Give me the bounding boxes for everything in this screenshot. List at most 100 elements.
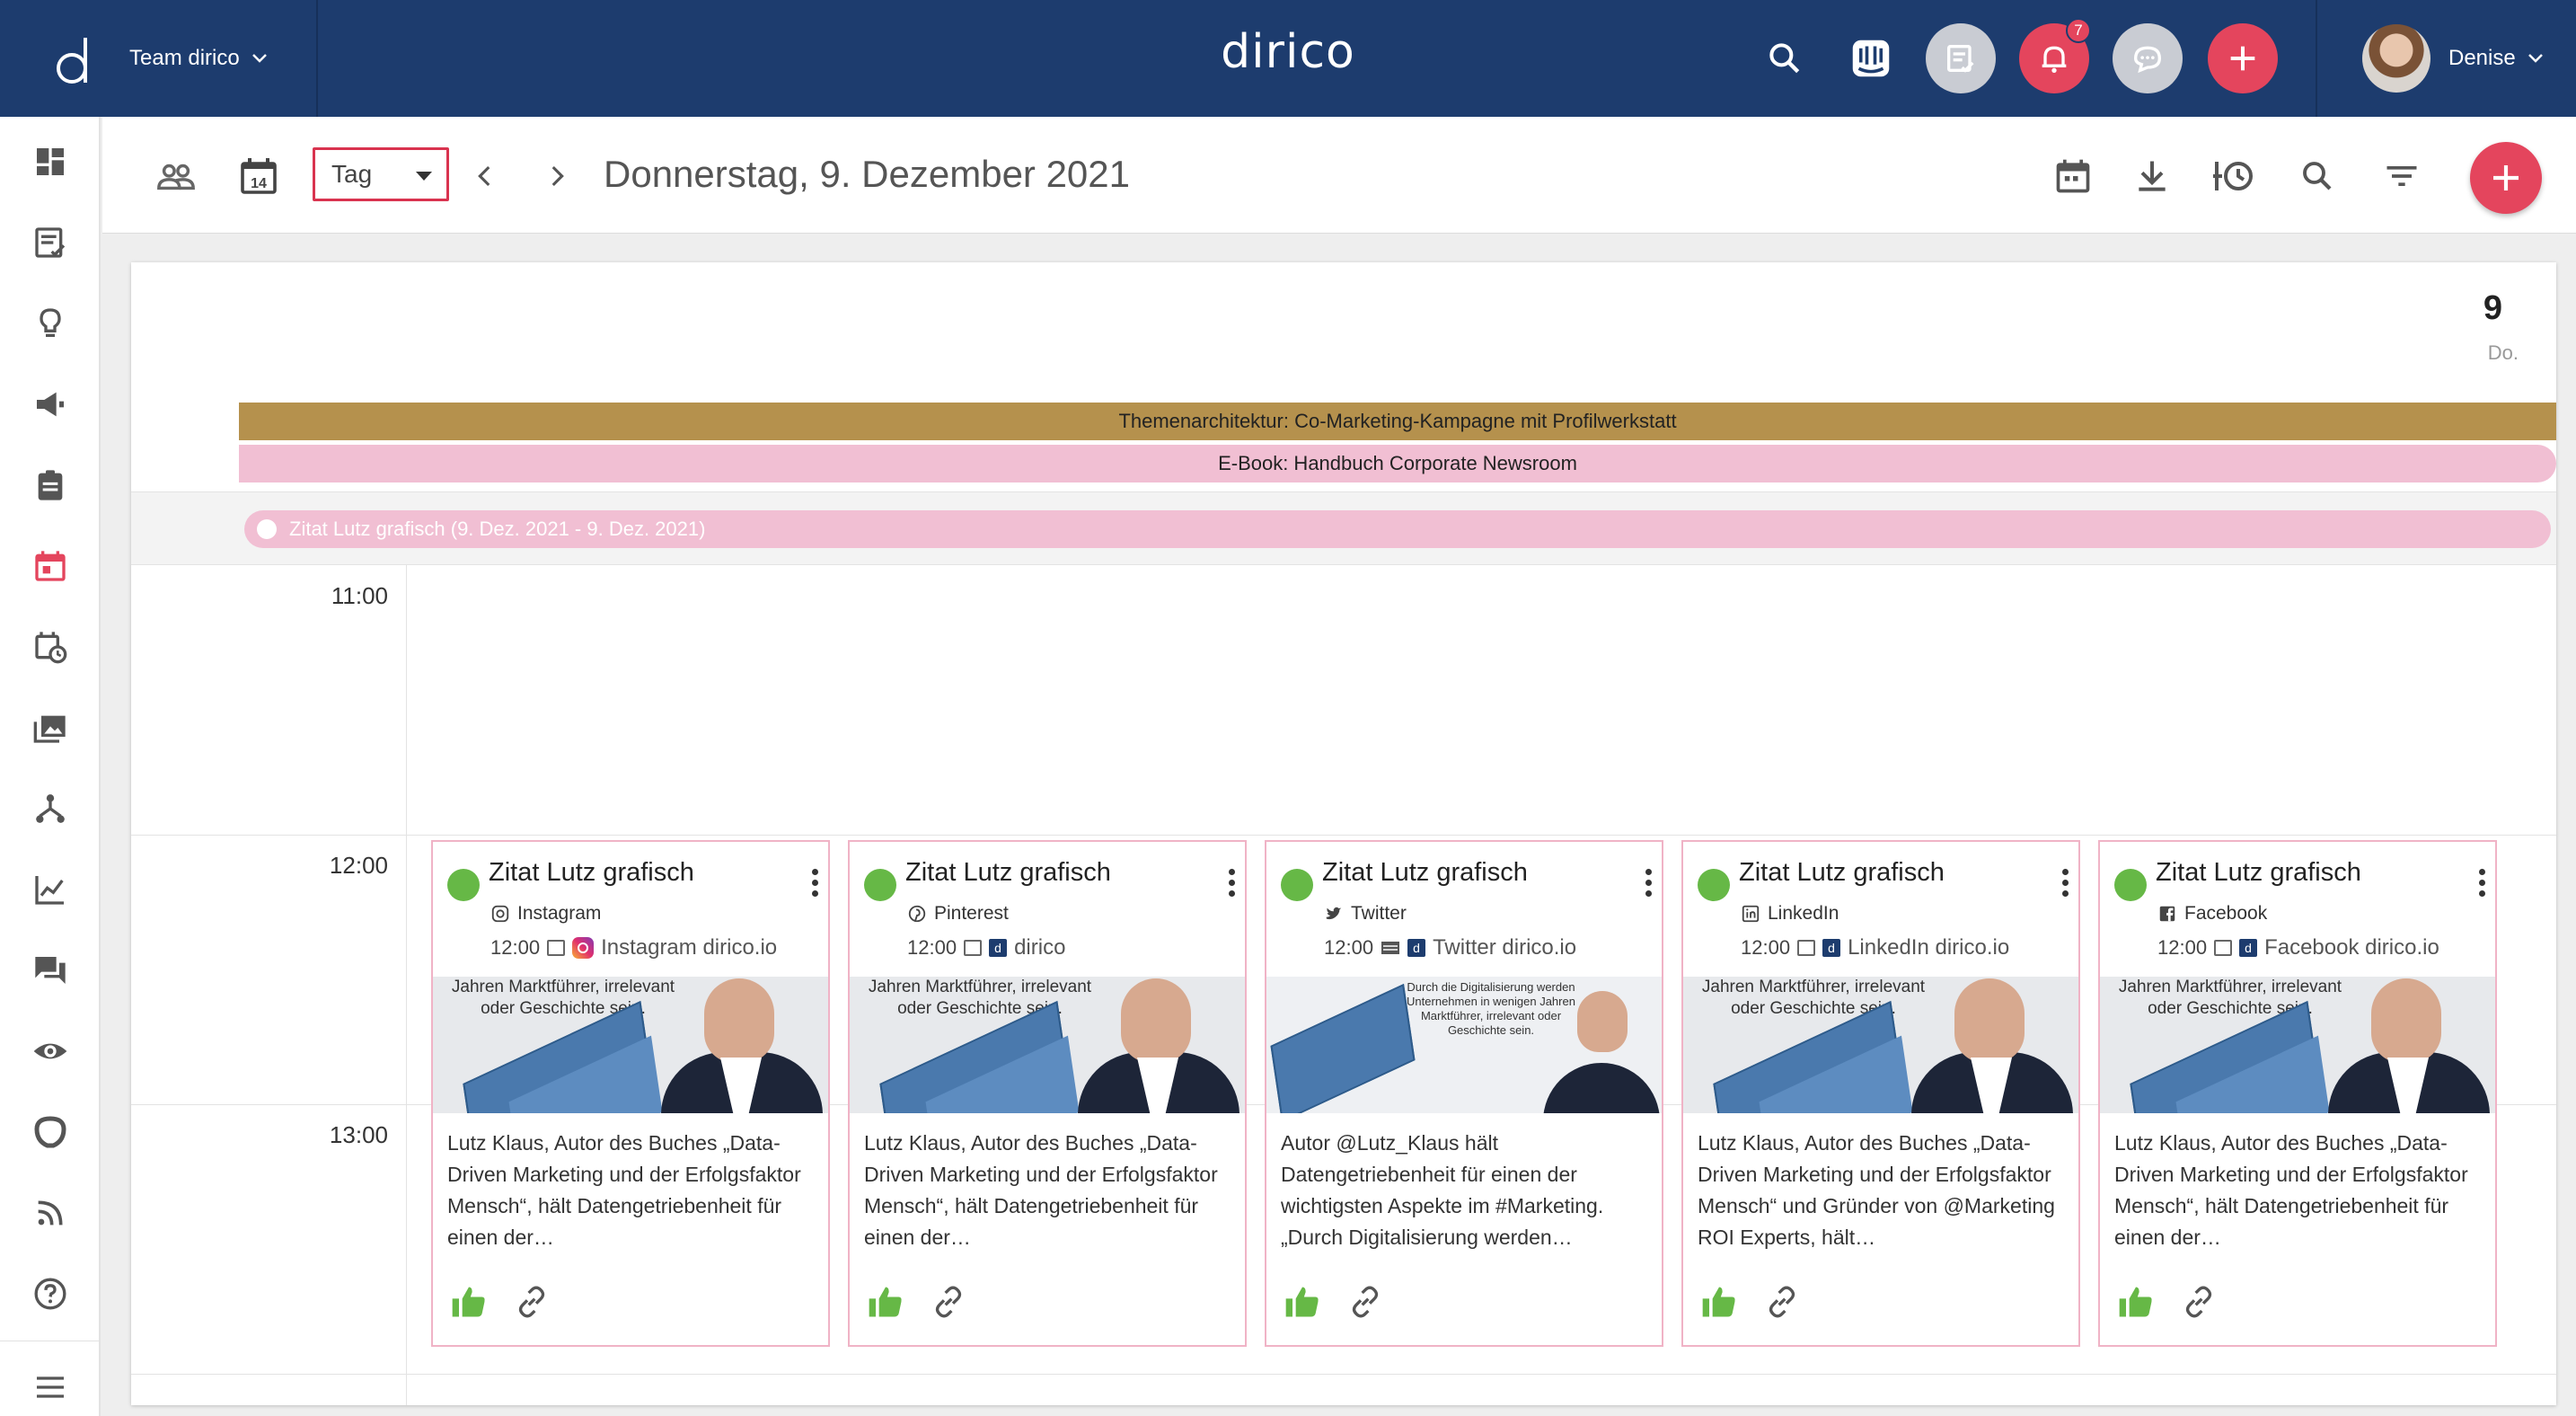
dashboard-icon[interactable] xyxy=(27,138,74,185)
schedule-icon[interactable] xyxy=(27,624,74,670)
intercom-icon xyxy=(1852,40,1890,77)
post-image: Jahren Marktführer, irrelevant oder Gesc… xyxy=(1683,977,2078,1113)
rss-icon[interactable] xyxy=(27,1190,74,1236)
link-icon[interactable] xyxy=(2181,1284,2217,1320)
calendar-icon[interactable] xyxy=(27,543,74,589)
menu-icon[interactable] xyxy=(27,1364,74,1411)
post-platform: Instagram xyxy=(490,903,601,925)
tasks-quick-button[interactable] xyxy=(1926,23,1996,93)
text-post-icon xyxy=(1381,942,1400,954)
thumbs-up-icon[interactable] xyxy=(1281,1282,1324,1322)
dirico-account-icon: d xyxy=(989,939,1008,957)
calendar-search-button[interactable] xyxy=(2292,151,2342,201)
post-account: dirico xyxy=(1014,935,1066,960)
task-list-icon xyxy=(1947,45,1974,73)
post-meta: 12:00 Instagram dirico.io xyxy=(490,935,777,960)
post-account: LinkedIn dirico.io xyxy=(1848,935,2010,960)
link-icon[interactable] xyxy=(1764,1284,1800,1320)
more-options-icon[interactable] xyxy=(812,869,819,899)
current-date-title: Donnerstag, 9. Dezember 2021 xyxy=(604,153,1131,195)
media-icon[interactable] xyxy=(27,704,74,751)
post-meta: 12:00 d Twitter dirico.io xyxy=(1324,935,1576,960)
calendar-settings-button[interactable] xyxy=(2048,151,2098,201)
search-icon xyxy=(1769,43,1800,74)
notifications-button[interactable]: 7 xyxy=(2019,18,2091,93)
tasks-icon[interactable] xyxy=(27,219,74,266)
top-navigation-bar: Team dirico dirico 7 Denise xyxy=(0,0,2576,117)
plus-icon xyxy=(2230,46,2255,71)
search-button[interactable] xyxy=(1750,23,1820,93)
download-button[interactable] xyxy=(2127,151,2177,201)
post-meta: 12:00 d Facebook dirico.io xyxy=(2157,935,2439,960)
more-options-icon[interactable] xyxy=(1229,869,1236,899)
link-icon[interactable] xyxy=(1347,1284,1383,1320)
post-actions xyxy=(1281,1282,1383,1322)
platform-name: Twitter xyxy=(1351,903,1407,924)
platform-name: LinkedIn xyxy=(1768,903,1839,924)
multi-day-event[interactable]: Zitat Lutz grafisch (9. Dez. 2021 - 9. D… xyxy=(244,510,2551,548)
more-options-icon[interactable] xyxy=(1645,869,1653,899)
comments-icon[interactable] xyxy=(27,947,74,994)
next-day-button[interactable] xyxy=(532,151,582,201)
help-icon[interactable] xyxy=(27,1270,74,1317)
facebook-icon xyxy=(2159,906,2175,922)
history-button[interactable] xyxy=(2208,151,2258,201)
status-dot xyxy=(447,869,480,901)
all-day-event[interactable]: Themenarchitektur: Co-Marketing-Kampagne… xyxy=(239,403,2556,440)
star-icon xyxy=(257,519,277,539)
image-post-icon xyxy=(964,940,983,956)
dirico-account-icon: d xyxy=(1407,939,1426,957)
workflow-icon[interactable] xyxy=(27,785,74,832)
view-mode-select[interactable]: Tag xyxy=(313,147,449,201)
briefings-icon[interactable] xyxy=(27,462,74,509)
chat-button[interactable] xyxy=(2113,23,2183,93)
caret-down-icon xyxy=(416,172,432,181)
post-card[interactable]: Zitat Lutz grafisch Pinterest 12:00 d di… xyxy=(848,840,1247,1347)
thumbs-up-icon[interactable] xyxy=(447,1282,490,1322)
multi-day-event-label: Zitat Lutz grafisch (9. Dez. 2021 - 9. D… xyxy=(289,518,706,540)
previous-day-button[interactable] xyxy=(460,151,510,201)
link-icon[interactable] xyxy=(931,1284,966,1320)
intercom-button[interactable] xyxy=(1836,23,1906,93)
chevron-left-icon xyxy=(478,165,490,187)
linkedin-icon xyxy=(1742,905,1760,923)
create-button[interactable] xyxy=(2208,23,2278,93)
platform-name: Facebook xyxy=(2184,903,2268,924)
link-icon[interactable] xyxy=(514,1284,550,1320)
instagram-account-icon xyxy=(572,937,595,959)
post-time: 12:00 xyxy=(1741,936,1791,959)
notification-count-badge: 7 xyxy=(2066,18,2091,43)
team-filter-button[interactable] xyxy=(151,151,201,201)
today-button[interactable]: 14 xyxy=(234,151,284,201)
day-number: 9 xyxy=(2483,289,2502,327)
post-text: Lutz Klaus, Autor des Buches „Data-Drive… xyxy=(2114,1128,2483,1253)
campaigns-icon[interactable] xyxy=(27,381,74,428)
monitoring-icon[interactable] xyxy=(27,1028,74,1075)
add-post-button[interactable] xyxy=(2470,142,2542,214)
calendar-today-icon: 14 xyxy=(241,158,277,194)
status-dot xyxy=(864,869,896,901)
more-options-icon[interactable] xyxy=(2479,869,2486,899)
post-card[interactable]: Zitat Lutz grafisch Instagram 12:00 Inst… xyxy=(431,840,830,1347)
post-card[interactable]: Zitat Lutz grafisch Twitter 12:00 d Twit… xyxy=(1265,840,1663,1347)
post-card[interactable]: Zitat Lutz grafisch LinkedIn 12:00 d Lin… xyxy=(1681,840,2080,1347)
calendar-toolbar: 14 Tag Donnerstag, 9. Dezember 2021 xyxy=(102,117,2576,234)
thumbs-up-icon[interactable] xyxy=(864,1282,907,1322)
dirico-account-icon: d xyxy=(2239,939,2258,957)
filter-button[interactable] xyxy=(2377,151,2427,201)
thumbs-up-icon[interactable] xyxy=(2114,1282,2157,1322)
day-calendar: 9 Do. Themenarchitektur: Co-Marketing-Ka… xyxy=(131,262,2556,1405)
more-options-icon[interactable] xyxy=(2062,869,2069,899)
analytics-icon[interactable] xyxy=(27,866,74,913)
post-platform: Pinterest xyxy=(907,903,1009,925)
all-day-event[interactable]: E-Book: Handbuch Corporate Newsroom xyxy=(239,445,2556,482)
post-meta: 12:00 d dirico xyxy=(907,935,1065,960)
post-image: Jahren Marktführer, irrelevant oder Gesc… xyxy=(850,977,1245,1113)
people-icon xyxy=(157,164,195,190)
thumbs-up-icon[interactable] xyxy=(1698,1282,1741,1322)
post-card[interactable]: Zitat Lutz grafisch Facebook 12:00 d Fac… xyxy=(2098,840,2497,1347)
ideas-icon[interactable] xyxy=(27,300,74,347)
user-menu[interactable]: Denise xyxy=(2316,0,2576,117)
brand-icon[interactable] xyxy=(27,1109,74,1155)
chat-bubble-icon xyxy=(2133,46,2162,74)
